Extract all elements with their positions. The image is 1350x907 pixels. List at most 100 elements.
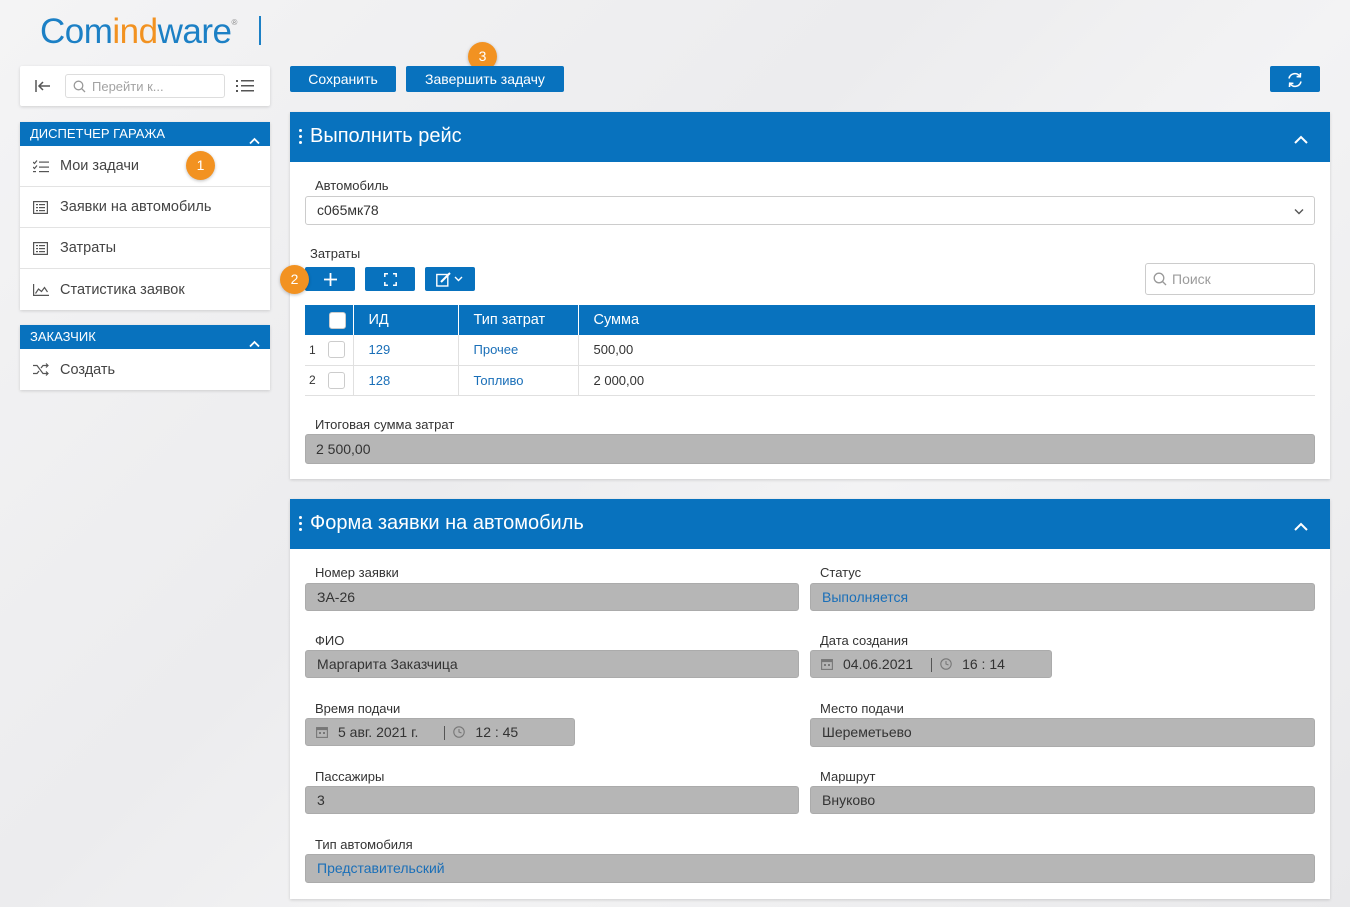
search-icon xyxy=(1153,272,1167,289)
calendar-icon xyxy=(316,720,328,746)
type-cell: Прочее xyxy=(458,335,579,366)
collapse-nav-icon[interactable] xyxy=(34,78,52,94)
table-row[interactable]: 2 128 Топливо 2 000,00 xyxy=(305,365,1315,396)
nav-group-header[interactable]: ДИСПЕТЧЕР ГАРАЖА xyxy=(20,122,270,146)
nav-group-garage: ДИСПЕТЧЕР ГАРАЖА Мои задачи Заявки на ав… xyxy=(20,122,270,310)
route-label: Маршрут xyxy=(820,769,876,784)
car-type-link[interactable]: Представительский xyxy=(317,860,445,876)
pickup-time-label: Время подачи xyxy=(315,701,401,716)
panel-title: Форма заявки на автомобиль xyxy=(310,512,584,534)
sum-cell: 500,00 xyxy=(578,335,1315,366)
fullscreen-button[interactable] xyxy=(365,267,415,291)
pickup-place-label: Место подачи xyxy=(820,701,904,716)
panel-header: Форма заявки на автомобиль xyxy=(290,499,1330,549)
trip-panel: Выполнить рейс Автомобиль с065мк78 Затра… xyxy=(290,112,1330,479)
column-header-type[interactable]: Тип затрат xyxy=(458,305,579,335)
sidebar-item-request-stats[interactable]: Статистика заявок xyxy=(20,269,270,310)
edit-icon xyxy=(436,271,464,287)
route-field: Внуково xyxy=(810,786,1315,814)
row-checkbox-cell xyxy=(320,335,354,366)
status-link[interactable]: Выполняется xyxy=(822,589,908,605)
car-type-label: Тип автомобиля xyxy=(315,837,413,852)
chevron-up-icon[interactable] xyxy=(1294,131,1308,147)
panel-header: Выполнить рейс xyxy=(290,112,1330,162)
created-date-label: Дата создания xyxy=(820,633,909,648)
fullscreen-icon xyxy=(383,272,397,287)
drag-handle-icon[interactable] xyxy=(299,129,302,147)
nav-search-input[interactable] xyxy=(92,78,220,95)
request-number-field: ЗА-26 xyxy=(305,583,799,611)
type-link[interactable]: Прочее xyxy=(474,342,519,357)
step-badge-1: 1 xyxy=(186,151,215,180)
costs-table: ИД Тип затрат Сумма 1 129 Прочее 500,00 … xyxy=(305,305,1315,396)
type-cell: Топливо xyxy=(458,365,579,396)
table-icon xyxy=(32,200,49,215)
created-date-field: 04.06.2021 16 : 14 xyxy=(810,650,1052,678)
table-header-row: ИД Тип затрат Сумма xyxy=(305,305,1315,335)
pickup-time-value: 12 : 45 xyxy=(475,724,519,740)
save-button[interactable]: Сохранить xyxy=(290,66,396,92)
costs-label: Затраты xyxy=(310,246,361,261)
add-row-button[interactable] xyxy=(305,267,355,291)
request-number-label: Номер заявки xyxy=(315,565,399,580)
id-cell: 128 xyxy=(353,365,459,396)
type-link[interactable]: Топливо xyxy=(474,373,524,388)
id-link[interactable]: 128 xyxy=(369,373,391,388)
pickup-time-field: 5 авг. 2021 г. 12 : 45 xyxy=(305,718,575,746)
passengers-label: Пассажиры xyxy=(315,769,385,784)
sidebar-item-create[interactable]: Создать xyxy=(20,349,270,390)
table-row[interactable]: 1 129 Прочее 500,00 xyxy=(305,335,1315,366)
total-field: 2 500,00 xyxy=(305,434,1315,464)
car-label: Автомобиль xyxy=(315,178,389,193)
fio-label: ФИО xyxy=(315,633,345,648)
nav-group-customer: ЗАКАЗЧИК Создать xyxy=(20,325,270,390)
sum-cell: 2 000,00 xyxy=(578,365,1315,396)
edit-menu-button[interactable] xyxy=(425,267,475,291)
table-icon xyxy=(32,241,49,256)
car-value: с065мк78 xyxy=(317,202,379,218)
table-search[interactable] xyxy=(1145,263,1315,295)
list-view-icon[interactable] xyxy=(236,79,254,96)
row-number: 1 xyxy=(305,335,321,366)
table-search-input[interactable] xyxy=(1172,271,1310,287)
passengers-field: 3 xyxy=(305,786,799,814)
refresh-button[interactable] xyxy=(1270,66,1320,92)
panel-title: Выполнить рейс xyxy=(310,125,462,147)
nav-group-header[interactable]: ЗАКАЗЧИК xyxy=(20,325,270,349)
plus-icon xyxy=(323,272,337,287)
sidebar-item-costs[interactable]: Затраты xyxy=(20,228,270,269)
step-badge-2: 2 xyxy=(280,265,309,294)
chevron-up-icon[interactable] xyxy=(1294,518,1308,534)
logo-divider xyxy=(259,16,261,45)
car-select[interactable]: с065мк78 xyxy=(305,196,1315,225)
row-checkbox-cell xyxy=(320,365,354,396)
select-all-cell xyxy=(305,305,354,335)
status-field: Выполняется xyxy=(810,583,1315,611)
created-time-value: 16 : 14 xyxy=(962,656,1005,672)
clock-icon xyxy=(940,652,952,678)
calendar-icon xyxy=(821,652,833,678)
column-header-id[interactable]: ИД xyxy=(353,305,459,335)
chevron-down-icon xyxy=(1294,197,1304,223)
task-list-icon xyxy=(32,159,49,174)
clock-icon xyxy=(453,720,466,746)
row-number: 2 xyxy=(305,365,321,396)
nav-toolbar xyxy=(20,66,270,106)
row-checkbox[interactable] xyxy=(328,341,346,359)
finish-task-button[interactable]: Завершить задачу xyxy=(406,66,564,92)
fio-field: Маргарита Заказчица xyxy=(305,650,799,678)
sidebar-item-my-tasks[interactable]: Мои задачи xyxy=(20,146,270,187)
sidebar-item-car-requests[interactable]: Заявки на автомобиль xyxy=(20,187,270,228)
select-all-checkbox[interactable] xyxy=(329,311,346,329)
pickup-date-value: 5 авг. 2021 г. xyxy=(338,724,419,740)
nav-search[interactable] xyxy=(65,74,225,98)
created-date-value: 04.06.2021 xyxy=(843,656,914,672)
refresh-icon xyxy=(1286,70,1304,87)
search-icon xyxy=(73,80,86,96)
id-link[interactable]: 129 xyxy=(369,342,391,357)
row-checkbox[interactable] xyxy=(328,371,346,389)
column-header-sum[interactable]: Сумма xyxy=(578,305,1315,335)
drag-handle-icon[interactable] xyxy=(299,516,302,534)
status-label: Статус xyxy=(820,565,862,580)
id-cell: 129 xyxy=(353,335,459,366)
